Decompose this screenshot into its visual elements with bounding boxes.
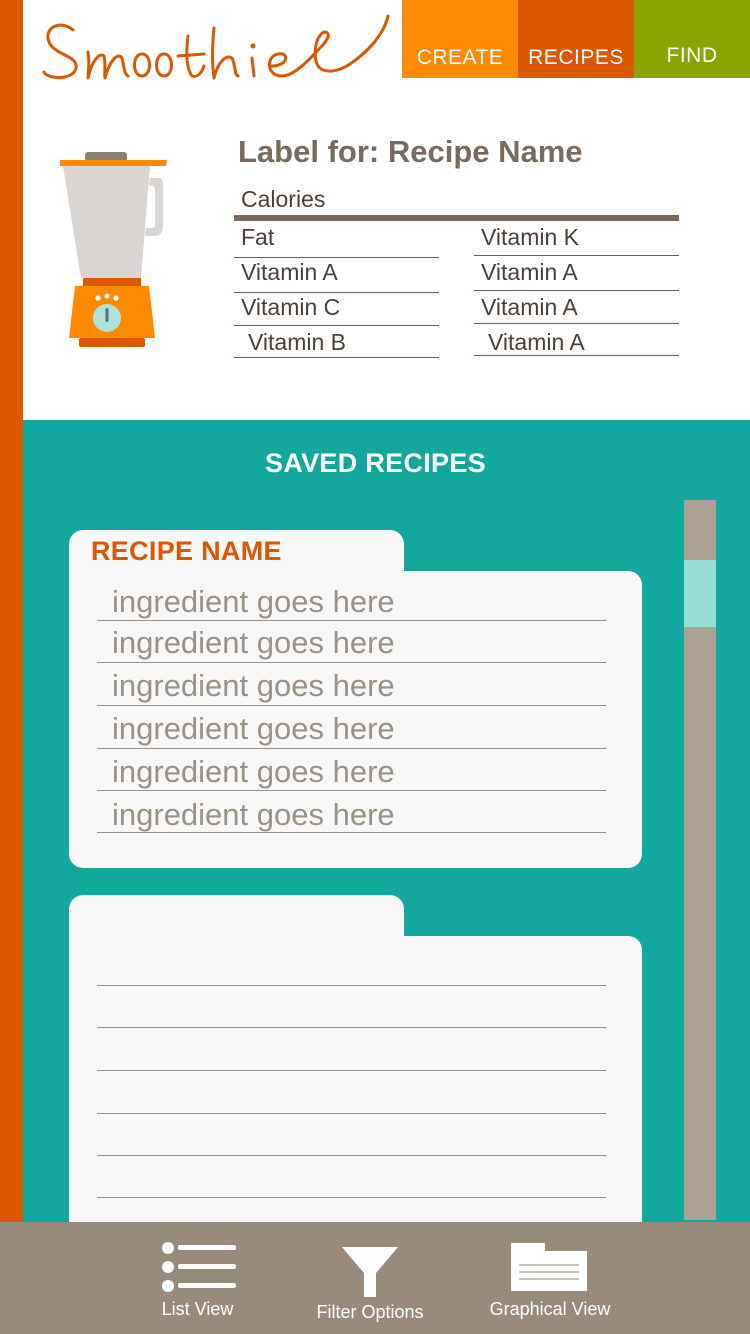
nutrient-divider bbox=[474, 355, 679, 356]
nutrient-divider bbox=[234, 357, 439, 358]
filter-options-label: Filter Options bbox=[316, 1302, 424, 1322]
graphical-view-button[interactable]: Graphical View bbox=[480, 1238, 620, 1324]
nutrient-fat: Fat bbox=[241, 224, 275, 250]
tab-create[interactable]: CREATE bbox=[402, 0, 518, 78]
scrollbar-thumb[interactable] bbox=[684, 560, 716, 627]
ingredient-divider bbox=[97, 1070, 606, 1071]
ingredient-divider bbox=[97, 662, 606, 663]
nutrient-divider bbox=[474, 255, 679, 256]
ingredient-item: ingredient goes here bbox=[112, 754, 395, 789]
tab-create-label: CREATE bbox=[416, 46, 504, 69]
folder-icon bbox=[511, 1243, 587, 1291]
ingredient-item: ingredient goes here bbox=[112, 625, 395, 660]
ingredient-divider bbox=[97, 790, 606, 791]
tab-recipes-label: RECIPES bbox=[528, 46, 624, 69]
nutrient-vitamin-a: Vitamin A bbox=[481, 259, 578, 285]
saved-recipes-panel: SAVED RECIPES RECIPE NAME ingredient goe… bbox=[23, 420, 750, 1222]
nutrient-divider bbox=[474, 290, 679, 291]
graphical-view-label: Graphical View bbox=[489, 1299, 611, 1319]
list-view-button[interactable]: List View bbox=[150, 1236, 245, 1322]
ingredient-divider bbox=[97, 705, 606, 706]
nutrient-vitamin-c: Vitamin C bbox=[241, 294, 341, 320]
list-icon bbox=[162, 1242, 236, 1292]
ingredient-divider bbox=[97, 985, 606, 986]
ingredient-divider bbox=[97, 1155, 606, 1156]
nutrient-vitamin-k: Vitamin K bbox=[481, 224, 580, 250]
ingredient-item: ingredient goes here bbox=[112, 668, 395, 703]
nutrient-divider bbox=[234, 292, 439, 293]
nutrient-vitamin-a: Vitamin A bbox=[488, 329, 585, 355]
nutrient-vitamin-b: Vitamin B bbox=[248, 329, 347, 355]
ingredient-divider bbox=[97, 1027, 606, 1028]
smoothies-logo bbox=[42, 14, 390, 80]
recipe-card-body bbox=[69, 936, 642, 1222]
tab-find[interactable]: FIND bbox=[634, 0, 750, 78]
ingredient-item: ingredient goes here bbox=[112, 797, 395, 832]
ingredient-divider bbox=[97, 748, 606, 749]
recipe-card-tab bbox=[69, 895, 404, 941]
ingredient-divider bbox=[97, 1197, 606, 1198]
ingredient-item: ingredient goes here bbox=[112, 711, 395, 746]
filter-options-button[interactable]: Filter Options bbox=[305, 1242, 435, 1328]
saved-recipes-title: SAVED RECIPES bbox=[265, 448, 486, 478]
label-title: Label for: Recipe Name bbox=[238, 134, 583, 169]
nutrient-vitamin-a: Vitamin A bbox=[481, 294, 578, 320]
filter-funnel-icon bbox=[342, 1247, 398, 1297]
nutrient-divider bbox=[474, 323, 679, 324]
ingredient-divider bbox=[97, 620, 606, 621]
nutrient-divider bbox=[234, 325, 439, 326]
blender-icon bbox=[60, 152, 167, 347]
ingredient-divider bbox=[97, 832, 606, 833]
recipe-name: RECIPE NAME bbox=[91, 536, 282, 566]
calories-divider bbox=[234, 215, 679, 221]
bottom-toolbar: List View Filter Options Graphical View bbox=[0, 1222, 750, 1334]
tab-find-label: FIND bbox=[666, 44, 718, 67]
list-view-label: List View bbox=[161, 1299, 234, 1319]
calories-label: Calories bbox=[241, 186, 326, 212]
ingredient-item: ingredient goes here bbox=[112, 584, 395, 619]
left-accent-bar bbox=[0, 0, 23, 1222]
nutrient-divider bbox=[234, 257, 439, 258]
nutrient-vitamin-a: Vitamin A bbox=[241, 259, 338, 285]
ingredient-divider bbox=[97, 1113, 606, 1114]
tab-recipes[interactable]: RECIPES bbox=[518, 0, 634, 78]
